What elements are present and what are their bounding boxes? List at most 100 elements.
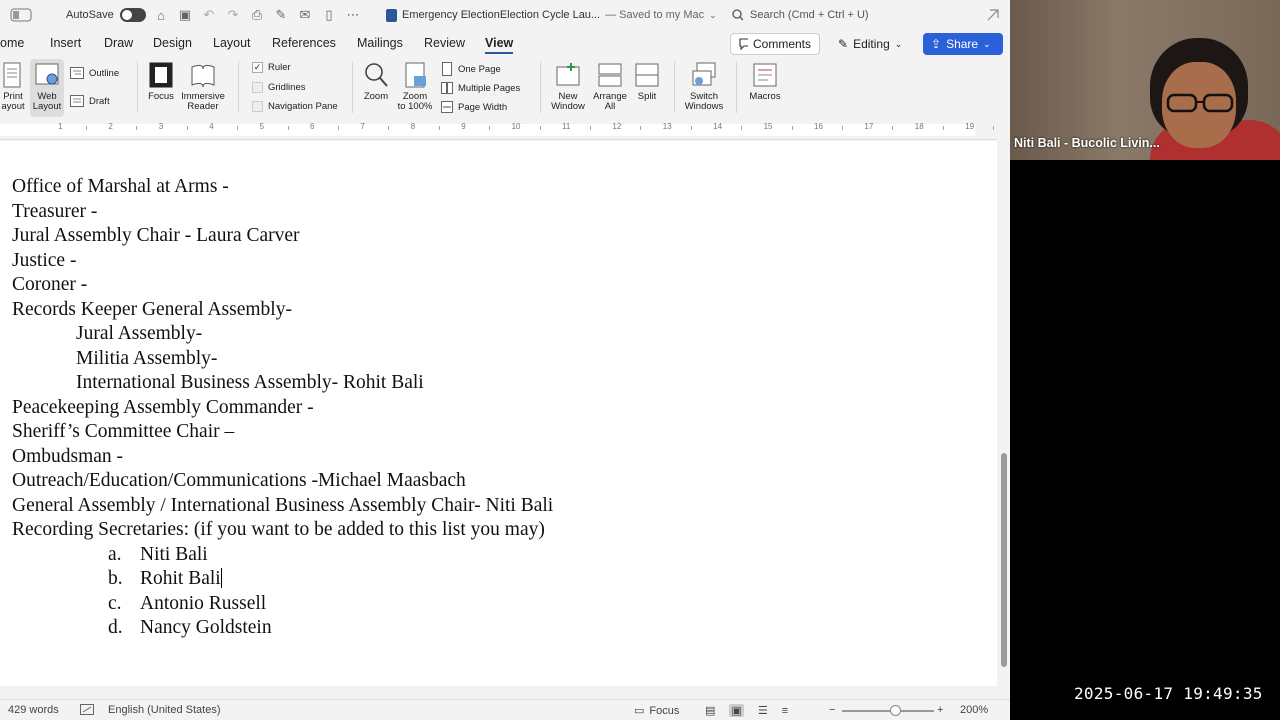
- video-participant-tile[interactable]: Niti Bali - Bucolic Livin...: [1010, 0, 1280, 160]
- language[interactable]: English (United States): [108, 704, 221, 716]
- arrange-all-icon: [598, 63, 622, 87]
- redo-icon[interactable]: ↷: [224, 6, 242, 24]
- new-window-button[interactable]: New Window: [548, 61, 588, 112]
- document-line[interactable]: Outreach/Education/Communications -Micha…: [12, 469, 466, 493]
- chevron-down-icon[interactable]: ⌄: [709, 10, 717, 21]
- zoom-slider[interactable]: [842, 710, 934, 712]
- zoom-100-button[interactable]: Zoom to 100%: [395, 61, 435, 112]
- switch-windows-button[interactable]: Switch Windows: [682, 61, 726, 112]
- home-icon[interactable]: ⌂: [152, 6, 170, 24]
- saved-status: — Saved to my Mac: [605, 9, 705, 21]
- zoom-level[interactable]: 200%: [960, 704, 988, 716]
- editing-label: Editing: [853, 37, 890, 51]
- print-layout-button[interactable]: Print ayout: [0, 61, 26, 112]
- zoom-slider-knob[interactable]: [890, 705, 901, 716]
- tab-mailings[interactable]: Mailings: [357, 34, 403, 54]
- split-button[interactable]: Split: [630, 61, 664, 102]
- tab-references[interactable]: References: [272, 34, 336, 54]
- document-line[interactable]: Office of Marshal at Arms -: [12, 175, 229, 199]
- macros-icon: [753, 63, 777, 87]
- document-line[interactable]: Coroner -: [12, 273, 87, 297]
- list-item[interactable]: Antonio Russell: [140, 592, 266, 616]
- ruler-checkbox[interactable]: ✓ Ruler: [252, 62, 291, 73]
- document-line[interactable]: Recording Secretaries: (if you want to b…: [12, 518, 545, 542]
- ruler-number: 1: [58, 122, 63, 131]
- comments-button[interactable]: Comments: [730, 33, 820, 55]
- focus-button[interactable]: Focus: [144, 61, 178, 102]
- one-page-button[interactable]: One Page: [441, 62, 501, 76]
- tab-insert[interactable]: Insert: [50, 34, 81, 54]
- ruler-number: 6: [310, 122, 315, 131]
- document-line[interactable]: Records Keeper General Assembly-: [12, 298, 292, 322]
- document-line[interactable]: Justice -: [12, 249, 76, 273]
- horizontal-ruler[interactable]: 1 2 3 4 5 6 7 8 9 10 11 12 13 14 15 16 17 18 19: [0, 120, 997, 140]
- print-icon[interactable]: ⎙: [248, 6, 266, 24]
- list-item[interactable]: Rohit Bali: [140, 567, 222, 591]
- draft-button[interactable]: Draft: [70, 95, 110, 107]
- tab-draw[interactable]: Draw: [104, 34, 133, 54]
- list-item-text: Nancy Goldstein: [140, 617, 272, 638]
- search-box[interactable]: Search (Cmd + Ctrl + U): [728, 4, 990, 25]
- document-line[interactable]: General Assembly / International Busines…: [12, 494, 553, 518]
- zoom-button[interactable]: Zoom: [361, 61, 391, 102]
- draft-view-icon[interactable]: ≡: [782, 705, 788, 717]
- ruler-number: 12: [612, 122, 622, 131]
- document-line[interactable]: Sheriff’s Committee Chair –: [12, 420, 234, 444]
- editing-button[interactable]: ✎ Editing ⌄: [830, 33, 914, 55]
- zoom-in-icon[interactable]: +: [937, 704, 943, 716]
- focus-mode-button[interactable]: ▭ Focus: [634, 704, 679, 718]
- tab-view[interactable]: View: [485, 34, 514, 54]
- document-line[interactable]: International Business Assembly- Rohit B…: [76, 371, 424, 395]
- tab-layout[interactable]: Layout: [213, 34, 251, 54]
- autosave-toggle[interactable]: [119, 8, 146, 22]
- web-layout-icon: [35, 63, 59, 85]
- ruler-number: 2: [108, 122, 113, 131]
- tab-review[interactable]: Review: [424, 34, 465, 54]
- share-button[interactable]: ⇪ Share ⌄: [923, 33, 1003, 55]
- document-line[interactable]: Jural Assembly-: [76, 322, 202, 346]
- list-item[interactable]: Nancy Goldstein: [140, 616, 272, 640]
- web-layout-view-icon[interactable]: ▣: [729, 704, 744, 717]
- scrollbar-thumb[interactable]: [1001, 453, 1007, 667]
- new-doc-icon[interactable]: ▯: [320, 6, 338, 24]
- document-line[interactable]: Jural Assembly Chair - Laura Carver: [12, 224, 300, 248]
- vertical-scrollbar[interactable]: [999, 141, 1010, 686]
- proofing-icon[interactable]: [80, 704, 94, 715]
- arrange-all-button[interactable]: Arrange All: [590, 61, 630, 112]
- ruler-tick: [186, 126, 188, 130]
- settings-icon[interactable]: [986, 0, 1000, 30]
- checkmark-icon: ✓: [252, 62, 263, 73]
- document-line[interactable]: Treasurer -: [12, 200, 97, 224]
- document-line[interactable]: Ombudsman -: [12, 445, 123, 469]
- web-layout-button[interactable]: Web Layout: [30, 59, 64, 117]
- navigation-pane-checkbox[interactable]: Navigation Pane: [252, 101, 338, 112]
- page-width-icon: [441, 101, 453, 113]
- sidebar-toggle-icon[interactable]: [10, 0, 32, 30]
- list-item[interactable]: Niti Bali: [140, 543, 208, 567]
- macros-button[interactable]: Macros: [744, 61, 786, 102]
- tab-design[interactable]: Design: [153, 34, 192, 54]
- multiple-pages-button[interactable]: Multiple Pages: [441, 81, 520, 95]
- list-marker: b.: [108, 568, 123, 589]
- outline-view-icon[interactable]: ☰: [758, 704, 768, 717]
- text-cursor: [220, 568, 222, 588]
- save-icon[interactable]: ▣: [176, 6, 194, 24]
- mail-icon[interactable]: ✉: [296, 6, 314, 24]
- document-page[interactable]: Office of Marshal at Arms - Treasurer - Ju…: [0, 141, 997, 686]
- zoom-out-icon[interactable]: −: [829, 704, 835, 716]
- list-marker: d.: [108, 617, 123, 638]
- undo-icon[interactable]: ↶: [200, 6, 218, 24]
- document-line[interactable]: Peacekeeping Assembly Commander -: [12, 396, 314, 420]
- immersive-reader-button[interactable]: Immersive Reader: [178, 61, 228, 112]
- document-line[interactable]: Militia Assembly-: [76, 347, 217, 371]
- print-layout-view-icon[interactable]: ▤: [705, 704, 715, 717]
- more-icon[interactable]: ⋯: [344, 6, 362, 24]
- page-width-button[interactable]: Page Width: [441, 100, 507, 114]
- one-page-icon: [442, 62, 452, 76]
- gridlines-checkbox[interactable]: Gridlines: [252, 82, 306, 93]
- tab-home[interactable]: ome: [0, 34, 24, 54]
- document-title[interactable]: Emergency ElectionElection Cycle Lau...: [402, 9, 600, 21]
- format-painter-icon[interactable]: ✎: [272, 6, 290, 24]
- outline-button[interactable]: Outline: [70, 67, 119, 79]
- word-count[interactable]: 429 words: [8, 704, 59, 716]
